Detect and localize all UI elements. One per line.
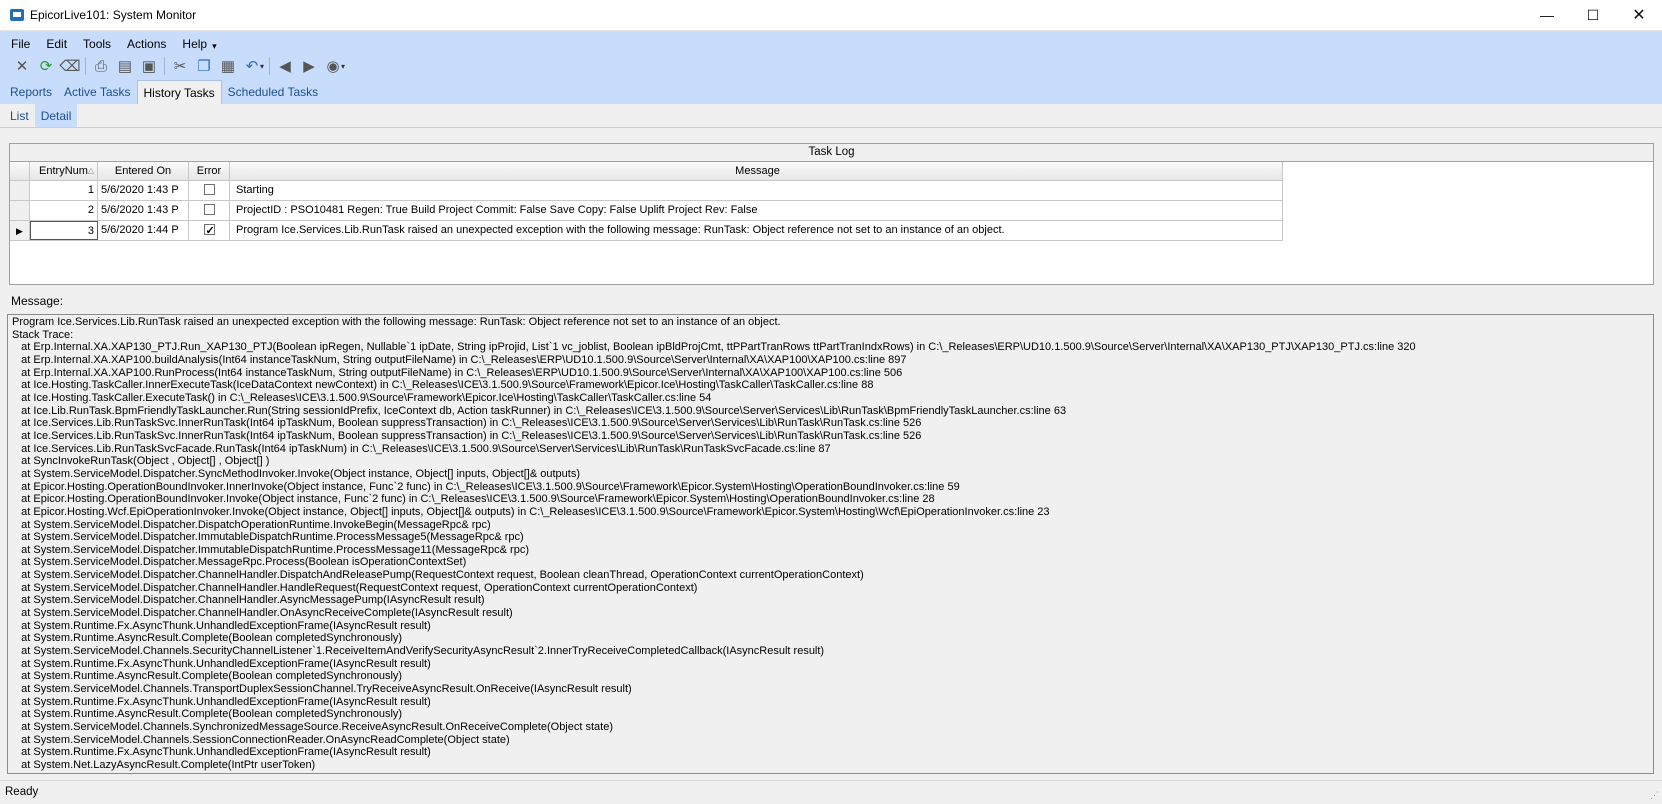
menu-help[interactable]: Help xyxy=(179,35,210,53)
cell-entrynum[interactable]: 2 xyxy=(30,201,98,220)
menu-actions[interactable]: Actions xyxy=(124,35,169,53)
back-icon[interactable]: ◀ xyxy=(273,56,297,76)
column-header-error[interactable]: Error xyxy=(189,162,230,180)
table-row[interactable]: 1 5/6/2020 1:43 P Starting xyxy=(10,181,1283,201)
tab-reports[interactable]: Reports xyxy=(4,80,58,104)
copy-icon[interactable]: ❐ xyxy=(192,56,216,76)
message-label: Message: xyxy=(11,294,64,308)
sub-tabs: List Detail xyxy=(0,104,1662,128)
menu-file[interactable]: File xyxy=(8,35,33,53)
cell-error[interactable] xyxy=(189,181,230,200)
menu-bar: File Edit Tools Actions Help ▾ xyxy=(8,35,217,53)
toolbar-separator xyxy=(85,57,86,75)
tab-active-tasks[interactable]: Active Tasks xyxy=(58,80,136,104)
cell-message[interactable]: Program Ice.Services.Lib.RunTask raised … xyxy=(230,221,1283,240)
save-icon[interactable]: ▣ xyxy=(137,56,161,76)
toolbar-overflow-icon[interactable]: ▾ xyxy=(341,62,345,71)
status-bar: Ready ⋰ xyxy=(0,780,1662,804)
refresh-icon[interactable]: ⟳ xyxy=(34,56,58,76)
delete-icon[interactable]: ✕ xyxy=(10,56,34,76)
paste-icon[interactable]: ▦ xyxy=(216,56,240,76)
toolbar: ✕ ⟳ ⌫ ⎙ ▤ ▣ ✂ ❐ ▦ ↶ ▾ ◀ ▶ ◉ ▾ xyxy=(10,55,347,77)
cell-entrynum[interactable]: 3 xyxy=(30,221,98,240)
column-header-label: EntryNum xyxy=(39,165,88,177)
sort-ascending-icon: △ xyxy=(87,166,94,175)
print-preview-icon[interactable]: ▤ xyxy=(113,56,137,76)
column-header-entered-on[interactable]: Entered On xyxy=(98,162,189,180)
table-row[interactable]: ▶ 3 5/6/2020 1:44 P Program Ice.Services… xyxy=(10,221,1283,241)
cell-entered-on[interactable]: 5/6/2020 1:43 P xyxy=(98,201,189,220)
forward-icon[interactable]: ▶ xyxy=(297,56,321,76)
cut-icon[interactable]: ✂ xyxy=(168,56,192,76)
tab-detail[interactable]: Detail xyxy=(34,104,78,127)
row-selector[interactable]: ▶ xyxy=(10,221,30,240)
clear-icon[interactable]: ⌫ xyxy=(58,56,82,76)
current-row-indicator-icon: ▶ xyxy=(16,226,23,236)
row-selector[interactable] xyxy=(10,201,30,220)
window-title: EpicorLive101: System Monitor xyxy=(30,8,197,22)
task-log-grid: EntryNum △ Entered On Error Message 1 5/… xyxy=(10,162,1283,241)
main-tabs: Reports Active Tasks History Tasks Sched… xyxy=(4,80,324,104)
menu-overflow-icon[interactable]: ▾ xyxy=(212,35,217,53)
cell-error[interactable] xyxy=(189,221,230,240)
tab-history-tasks[interactable]: History Tasks xyxy=(136,80,222,104)
tab-list[interactable]: List xyxy=(4,104,35,127)
message-text[interactable]: Program Ice.Services.Lib.RunTask raised … xyxy=(7,314,1654,774)
row-selector[interactable] xyxy=(10,181,30,200)
cell-entered-on[interactable]: 5/6/2020 1:43 P xyxy=(98,181,189,200)
print-icon[interactable]: ⎙ xyxy=(89,56,113,76)
toolbar-separator xyxy=(164,57,165,75)
grid-header: EntryNum △ Entered On Error Message xyxy=(10,162,1283,181)
tab-scheduled-tasks[interactable]: Scheduled Tasks xyxy=(222,80,325,104)
row-selector-header xyxy=(10,162,30,180)
cell-entrynum[interactable]: 1 xyxy=(30,181,98,200)
task-log-panel: Task Log EntryNum △ Entered On Error Mes… xyxy=(9,143,1654,285)
cell-message[interactable]: ProjectID : PSO10481 Regen: True Build P… xyxy=(230,201,1283,220)
undo-dropdown-icon[interactable]: ▾ xyxy=(260,62,264,71)
table-row[interactable]: 2 5/6/2020 1:43 P ProjectID : PSO10481 R… xyxy=(10,201,1283,221)
ribbon: File Edit Tools Actions Help ▾ ✕ ⟳ ⌫ ⎙ ▤… xyxy=(0,31,1662,104)
menu-tools[interactable]: Tools xyxy=(80,35,114,53)
resize-grip-icon[interactable]: ⋰ xyxy=(1650,790,1659,801)
task-log-title: Task Log xyxy=(10,144,1653,162)
minimize-button[interactable]: — xyxy=(1524,0,1570,31)
column-header-entrynum[interactable]: EntryNum △ xyxy=(30,162,98,180)
app-icon xyxy=(10,9,24,21)
cell-message[interactable]: Starting xyxy=(230,181,1283,200)
error-checkbox[interactable] xyxy=(203,222,215,240)
maximize-button[interactable]: ☐ xyxy=(1570,0,1616,31)
status-text: Ready xyxy=(5,786,39,798)
error-checkbox[interactable] xyxy=(203,203,215,215)
cell-error[interactable] xyxy=(189,201,230,220)
cell-entered-on[interactable]: 5/6/2020 1:44 P xyxy=(98,221,189,240)
error-checkbox[interactable] xyxy=(203,183,215,195)
title-bar: EpicorLive101: System Monitor — ☐ ✕ xyxy=(0,0,1662,31)
toolbar-separator xyxy=(269,57,271,75)
column-header-message[interactable]: Message xyxy=(230,162,1283,180)
close-button[interactable]: ✕ xyxy=(1616,0,1662,31)
menu-edit[interactable]: Edit xyxy=(43,35,70,53)
